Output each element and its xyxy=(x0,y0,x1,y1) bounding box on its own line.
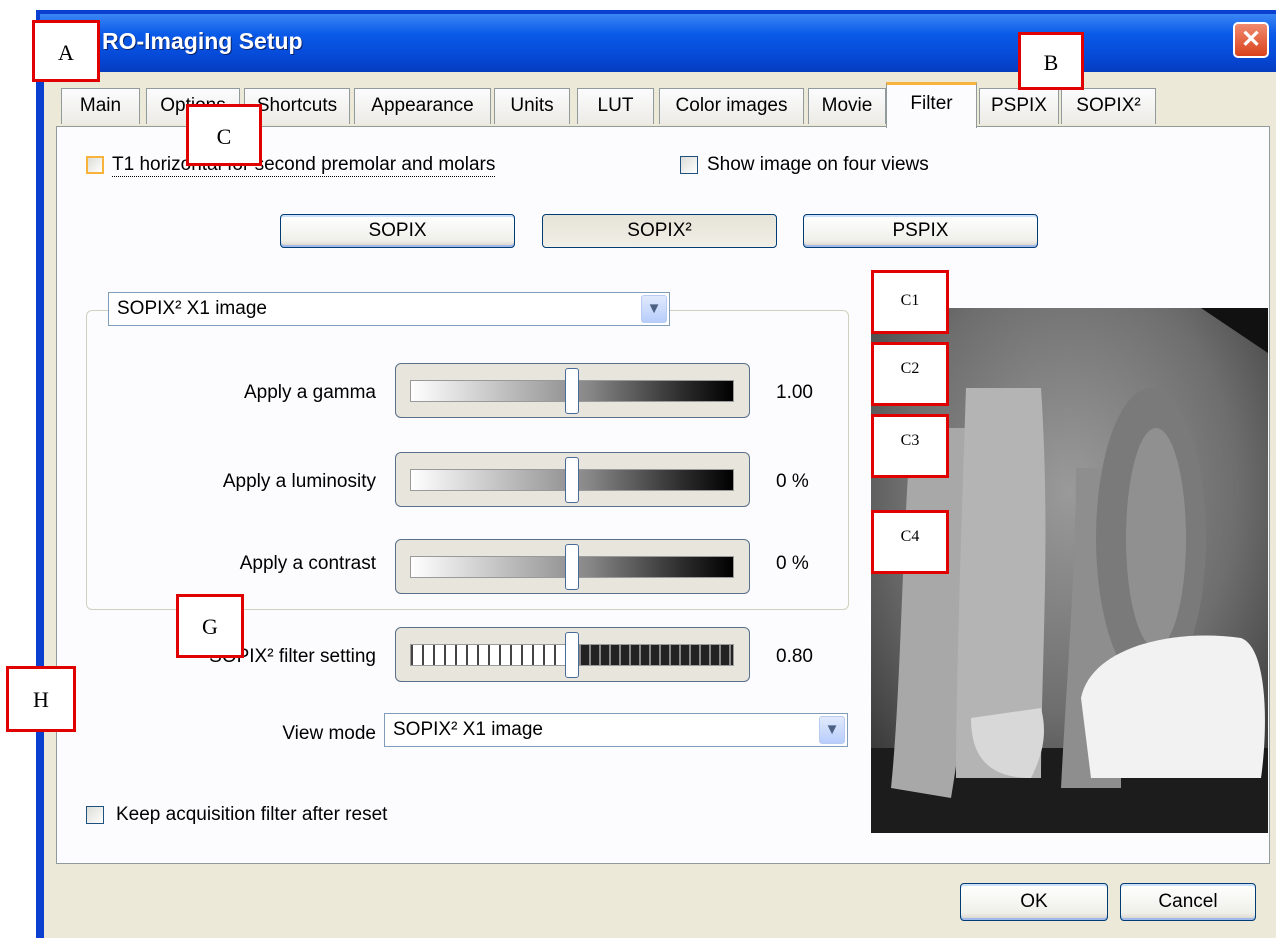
annotation-b: B xyxy=(1018,32,1084,90)
tab-appearance[interactable]: Appearance xyxy=(354,88,491,124)
luminosity-label: Apply a luminosity xyxy=(222,471,376,492)
gamma-slider-thumb[interactable] xyxy=(565,368,579,414)
filter-setting-value: 0.80 xyxy=(776,646,813,667)
annotation-c4: C4 xyxy=(871,510,949,574)
annotation-g: G xyxy=(176,594,244,658)
gamma-slider[interactable] xyxy=(395,363,750,418)
filter-setting-slider[interactable] xyxy=(395,627,750,682)
filter-setting-thumb[interactable] xyxy=(565,632,579,678)
image-type-select[interactable]: SOPIX² X1 image ▼ xyxy=(108,292,670,326)
tab-filter[interactable]: Filter xyxy=(886,82,977,128)
view-mode-select[interactable]: SOPIX² X1 image ▼ xyxy=(384,713,848,747)
tab-movie[interactable]: Movie xyxy=(808,88,886,124)
close-button[interactable]: ✕ xyxy=(1233,22,1269,58)
contrast-slider[interactable] xyxy=(395,539,750,594)
sopix2-button[interactable]: SOPIX² xyxy=(542,214,777,248)
gamma-value: 1.00 xyxy=(776,382,813,403)
sopix-button[interactable]: SOPIX xyxy=(280,214,515,248)
annotation-c2: C2 xyxy=(871,342,949,406)
view-mode-label: View mode xyxy=(282,723,376,744)
window-title: RO-Imaging Setup xyxy=(102,28,303,54)
annotation-c: C xyxy=(186,104,262,166)
keep-filter-checkbox[interactable] xyxy=(86,806,104,824)
tab-color-images[interactable]: Color images xyxy=(659,88,804,124)
four-views-checkbox[interactable] xyxy=(680,156,698,174)
chevron-down-icon[interactable]: ▼ xyxy=(819,716,845,744)
pspix-button[interactable]: PSPIX xyxy=(803,214,1038,248)
four-views-label: Show image on four views xyxy=(707,154,929,175)
annotation-c1: C1 xyxy=(871,270,949,334)
tab-main[interactable]: Main xyxy=(61,88,140,124)
contrast-slider-thumb[interactable] xyxy=(565,544,579,590)
chevron-down-icon[interactable]: ▼ xyxy=(641,295,667,323)
tab-units[interactable]: Units xyxy=(494,88,570,124)
contrast-value: 0 % xyxy=(776,553,809,574)
gamma-label: Apply a gamma xyxy=(243,382,376,403)
tab-sopix2[interactable]: SOPIX² xyxy=(1061,88,1156,124)
image-type-value: SOPIX² X1 image xyxy=(117,298,267,319)
annotation-a: A xyxy=(32,20,100,82)
tab-pspix[interactable]: PSPIX xyxy=(979,88,1059,124)
close-icon: ✕ xyxy=(1240,26,1262,53)
ok-button[interactable]: OK xyxy=(960,883,1108,921)
luminosity-slider-thumb[interactable] xyxy=(565,457,579,503)
tab-lut[interactable]: LUT xyxy=(577,88,654,124)
cancel-button[interactable]: Cancel xyxy=(1120,883,1256,921)
luminosity-value: 0 % xyxy=(776,471,809,492)
annotation-c3: C3 xyxy=(871,414,949,478)
view-mode-value: SOPIX² X1 image xyxy=(393,719,543,740)
contrast-label: Apply a contrast xyxy=(239,553,376,574)
keep-filter-label: Keep acquisition filter after reset xyxy=(116,804,388,825)
annotation-h: H xyxy=(6,666,76,732)
t1-horizontal-checkbox[interactable] xyxy=(86,156,104,174)
luminosity-slider[interactable] xyxy=(395,452,750,507)
t1-horizontal-label: T1 horizontal for second premolar and mo… xyxy=(112,154,496,177)
